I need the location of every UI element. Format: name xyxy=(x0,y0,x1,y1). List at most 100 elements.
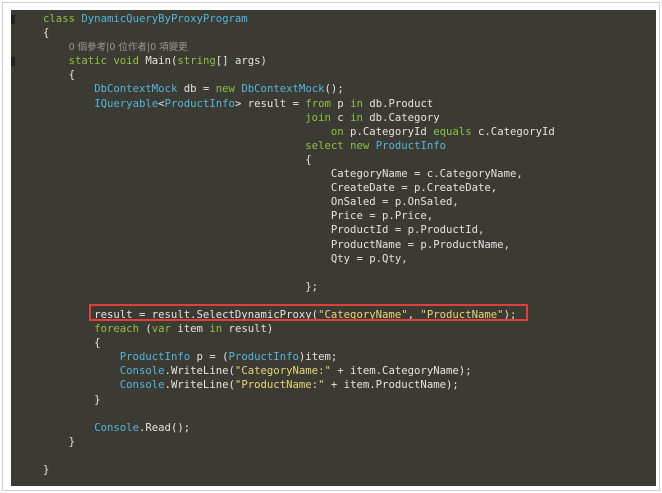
code-token: ProductId = p.ProductId, xyxy=(43,223,485,237)
type-token: ProductInfo xyxy=(228,350,299,364)
keyword-token: static xyxy=(68,54,107,68)
code-line: ProductInfo p = (ProductInfo)item; xyxy=(43,350,555,364)
code-line: Price = p.Price, xyxy=(43,209,555,223)
keyword-token: equals xyxy=(433,124,472,138)
code-token: c xyxy=(330,110,351,124)
code-token: p = ( xyxy=(190,350,229,364)
code-line: }; xyxy=(43,280,555,294)
code-token: { xyxy=(43,336,101,350)
code-line: ProductName = p.ProductName, xyxy=(43,238,555,252)
highlight-box xyxy=(89,304,528,321)
code-token: } xyxy=(43,392,101,406)
code-token: )item; xyxy=(298,350,338,364)
code-token: { xyxy=(43,26,50,40)
code-token: .WriteLine( xyxy=(164,364,235,378)
type-token: DbContextMock xyxy=(241,82,325,96)
code-line: } xyxy=(43,393,555,407)
code-token: CreateDate = p.CreateDate, xyxy=(43,181,498,195)
collapse-marker-icon[interactable] xyxy=(11,15,15,24)
code-token: c.CategoryId xyxy=(471,124,555,138)
code-line: Console.WriteLine("ProductName:" + item.… xyxy=(43,378,555,392)
code-token: result) xyxy=(222,322,274,336)
code-line: ProductId = p.ProductId, xyxy=(43,223,555,237)
code-token: Main( xyxy=(138,54,178,68)
code-token: { xyxy=(43,68,75,82)
code-token: { xyxy=(43,152,312,166)
code-line: { xyxy=(43,153,555,167)
code-token: Qty = p.Qty, xyxy=(43,251,408,265)
type-token: Console xyxy=(119,378,165,392)
type-token: ProductInfo xyxy=(375,138,447,152)
code-line: Console.WriteLine("CategoryName:" + item… xyxy=(43,364,555,378)
code-line: Console.Read(); xyxy=(43,421,555,435)
code-token: db = xyxy=(177,82,216,96)
keyword-token: var xyxy=(151,322,171,336)
code-line: OnSaled = p.OnSaled, xyxy=(43,195,555,209)
keyword-token: new xyxy=(350,138,370,152)
code-token: } xyxy=(43,434,75,448)
code-line: { xyxy=(43,336,555,350)
code-line: } xyxy=(43,463,555,477)
code-token: p xyxy=(330,96,351,110)
code-text: class DynamicQueryByProxyProgram{ 0 個參考|… xyxy=(43,12,555,477)
code-line: } xyxy=(43,435,555,449)
code-token: [] args) xyxy=(215,54,267,68)
keyword-token: string xyxy=(177,54,216,68)
type-token: DynamicQueryByProxyProgram xyxy=(81,12,248,25)
type-token: DbContextMock xyxy=(94,82,178,96)
string-token: "CategoryName:" xyxy=(234,364,331,378)
keyword-token: foreach xyxy=(94,322,139,336)
code-token: Price = p.Price, xyxy=(43,209,434,223)
type-token: Console xyxy=(119,364,165,378)
code-line: class DynamicQueryByProxyProgram xyxy=(43,12,555,26)
codelens-hint[interactable]: 0 個參考|0 位作者|0 項變更 xyxy=(69,42,188,53)
keyword-token: void xyxy=(113,54,139,68)
type-token: ProductInfo xyxy=(164,96,235,110)
code-line: IQueryable<ProductInfo> result = from p … xyxy=(43,97,555,111)
code-token: (); xyxy=(324,82,344,96)
code-line: select new ProductInfo xyxy=(43,139,555,153)
keyword-token: new xyxy=(215,82,235,96)
code-line: Qty = p.Qty, xyxy=(43,252,555,266)
code-token: db.Category xyxy=(362,110,440,124)
code-token: + item.CategoryName); xyxy=(330,364,472,378)
code-line: { xyxy=(43,26,555,40)
keyword-token: in xyxy=(350,96,363,110)
code-line: static void Main(string[] args) xyxy=(43,54,555,68)
keyword-token: class xyxy=(43,12,75,25)
keyword-token: from xyxy=(305,96,331,110)
code-token: + item.ProductName); xyxy=(324,378,459,392)
code-token: ProductName = p.ProductName, xyxy=(43,237,510,251)
string-token: "ProductName:" xyxy=(234,378,325,392)
code-token: }; xyxy=(43,279,319,293)
code-line: join c in db.Category xyxy=(43,111,555,125)
code-line: on p.CategoryId equals c.CategoryId xyxy=(43,125,555,139)
keyword-token: in xyxy=(350,110,363,124)
code-line: 0 個參考|0 位作者|0 項變更 xyxy=(43,40,555,54)
code-token: } xyxy=(43,463,50,476)
code-editor[interactable]: class DynamicQueryByProxyProgram{ 0 個參考|… xyxy=(11,10,656,486)
type-token: Console xyxy=(94,420,139,434)
collapse-marker-icon[interactable] xyxy=(11,57,15,66)
code-line: DbContextMock db = new DbContextMock(); xyxy=(43,82,555,96)
type-token: ProductInfo xyxy=(119,350,191,364)
code-token: item xyxy=(170,322,210,336)
code-line: { xyxy=(43,68,555,82)
code-token: > result = xyxy=(234,96,306,110)
code-token: .Read(); xyxy=(138,420,191,434)
code-line: CreateDate = p.CreateDate, xyxy=(43,181,555,195)
screenshot-frame: class DynamicQueryByProxyProgram{ 0 個參考|… xyxy=(2,2,660,491)
